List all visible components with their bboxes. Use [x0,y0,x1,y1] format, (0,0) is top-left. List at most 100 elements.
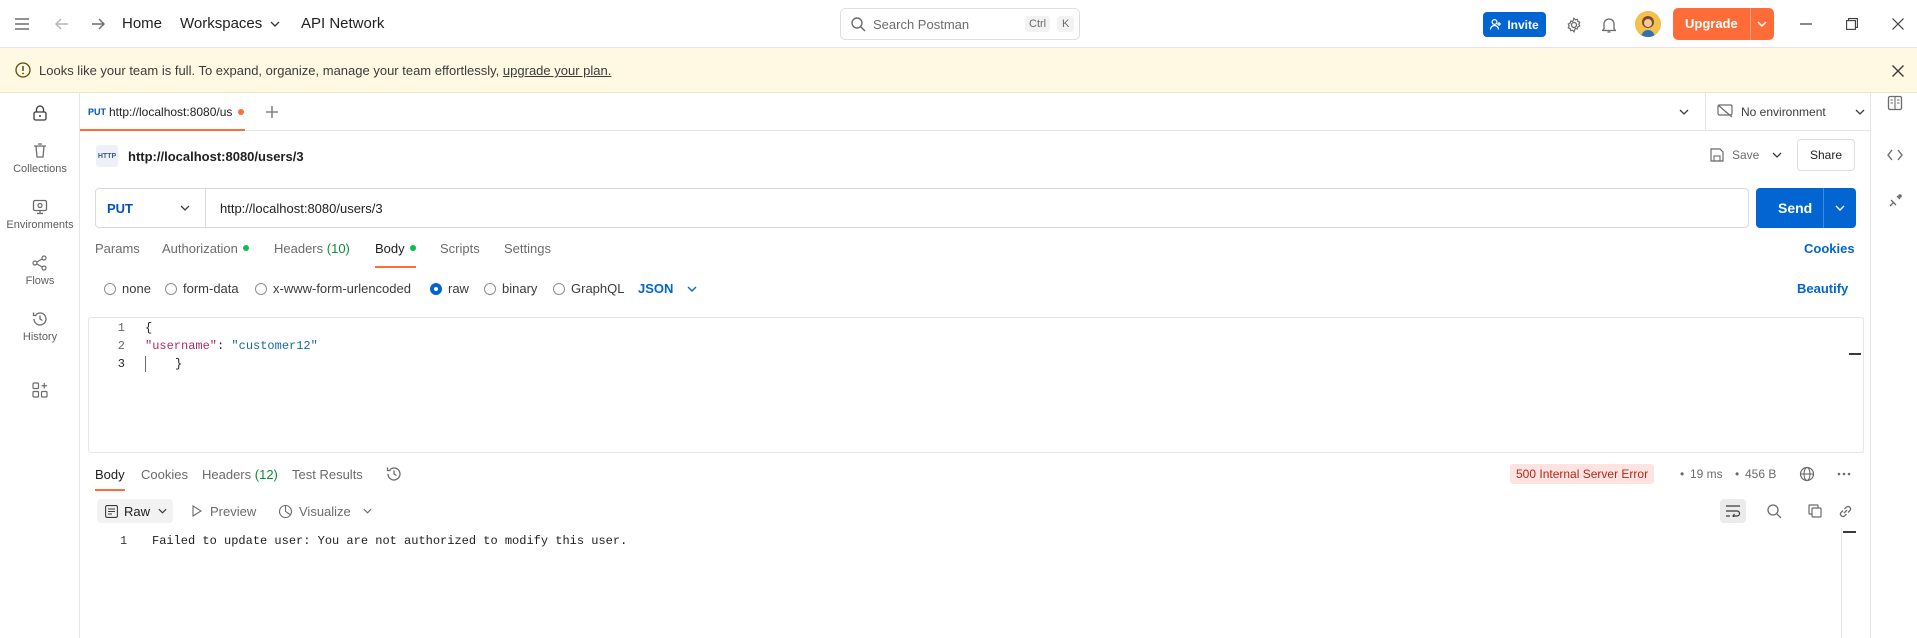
upgrade-plan-link[interactable]: upgrade your plan. [503,63,611,78]
lock-icon[interactable] [28,101,52,125]
tab-request[interactable]: PUT http://localhost:8080/us [80,93,245,131]
resp-tab-body[interactable]: Body [95,467,125,491]
response-time[interactable]: 19 ms [1690,467,1723,481]
add-user-icon [1490,19,1502,30]
code-icon[interactable] [1883,143,1907,167]
radio-circle [484,282,496,295]
tab-headers[interactable]: Headers (10) [274,241,350,256]
sidebar-item-history[interactable]: History [0,311,80,343]
raw-view-select[interactable]: Raw [97,499,173,523]
resp-tab-cookies[interactable]: Cookies [141,467,188,482]
share-button[interactable]: Share [1797,139,1855,171]
preview-label: Preview [210,503,257,519]
response-body-text[interactable]: Failed to update user: You are not autho… [152,534,627,548]
chevron-down-icon [180,205,190,211]
json-value: "customer12" [231,339,318,353]
tab-headers-label: Headers [274,241,324,256]
save-options-chevron-icon[interactable] [1766,143,1788,167]
banner-close-icon[interactable] [1886,59,1910,83]
copy-icon[interactable] [1802,499,1828,523]
visualize-button[interactable]: Visualize [278,499,372,523]
chevron-down-icon [270,21,280,27]
response-size[interactable]: 456 B [1745,467,1776,481]
window-restore-icon[interactable] [1840,12,1864,36]
add-workbench-icon[interactable] [28,378,52,402]
invite-button[interactable]: Invite [1483,12,1546,37]
tab-settings[interactable]: Settings [504,241,551,256]
back-arrow-icon[interactable] [50,12,74,36]
trash-bin-icon [34,143,46,158]
chevron-down-icon [363,508,372,514]
upgrade-button[interactable]: Upgrade [1673,8,1774,40]
window-close-icon[interactable] [1886,12,1910,36]
window-minimize-icon[interactable] [1794,12,1818,36]
indent-guide [145,356,146,372]
radio-form-data[interactable]: form-data [165,281,239,296]
request-name[interactable]: http://localhost:8080/users/3 [128,149,304,164]
shortcut-k-key: K [1057,16,1075,32]
warning-icon [15,62,31,78]
radio-none[interactable]: none [104,281,151,296]
status-dot [409,244,416,251]
response-scrollbar-thumb[interactable] [1843,531,1856,533]
save-button[interactable]: Save [1702,139,1776,171]
home-link[interactable]: Home [122,15,162,32]
status-badge[interactable]: 500 Internal Server Error [1510,464,1655,484]
radio-urlencoded[interactable]: x-www-form-urlencoded [255,281,411,296]
workspaces-menu[interactable]: Workspaces [180,15,280,32]
chevron-down-icon[interactable] [1757,21,1767,27]
tab-list-chevron-icon[interactable] [1672,100,1696,124]
tab-scripts[interactable]: Scripts [440,241,480,256]
link-icon[interactable] [1832,499,1858,523]
send-label: Send [1778,200,1813,216]
documentation-icon[interactable] [1883,91,1907,115]
sidebar-item-environments[interactable]: Environments [0,199,80,231]
upgrade-divider [1750,8,1751,40]
settings-gear-icon[interactable] [1562,13,1586,37]
method-select[interactable]: PUT [96,189,206,227]
send-button[interactable]: Send [1756,188,1856,228]
beautify-link[interactable]: Beautify [1797,281,1848,296]
preview-button[interactable]: Preview [192,499,256,523]
editor-scrollbar-track [1863,318,1864,452]
radio-label: form-data [183,281,239,296]
sidebar-item-flows[interactable]: Flows [0,255,80,287]
globe-icon[interactable] [1795,462,1819,486]
response-history-icon[interactable] [382,462,406,486]
related-collections-icon[interactable] [1883,189,1907,213]
resp-tab-headers[interactable]: Headers (12) [202,467,278,482]
bullet-separator: • [1680,467,1685,481]
search-input[interactable]: Search Postman Ctrl K [840,8,1080,40]
notifications-bell-icon[interactable] [1597,13,1621,37]
radio-label: GraphQL [571,281,625,296]
sidebar-item-collections[interactable]: Collections [0,143,80,175]
tab-authorization[interactable]: Authorization [162,241,249,256]
editor-scrollbar-thumb[interactable] [1849,353,1861,355]
tab-body[interactable]: Body [375,241,416,268]
tab-headers-count: (10) [326,241,350,256]
tab-strip: PUT http://localhost:8080/us No environm… [80,93,1870,131]
search-icon[interactable] [1761,499,1787,523]
radio-graphql[interactable]: GraphQL [553,281,624,296]
method-value: PUT [107,201,133,216]
resp-tab-headers-count: (12) [254,467,278,482]
tab-params[interactable]: Params [95,241,140,256]
avatar[interactable] [1635,11,1661,37]
wrap-lines-icon[interactable] [1720,499,1746,523]
more-options-icon[interactable] [1832,462,1856,486]
resp-tab-test-results[interactable]: Test Results [292,467,363,482]
new-tab-plus-icon[interactable] [260,100,284,124]
radio-binary[interactable]: binary [484,281,537,296]
radio-raw[interactable]: raw [430,281,469,296]
hamburger-menu-icon[interactable] [10,12,34,36]
environment-label: No environment [1741,105,1826,119]
url-input[interactable]: http://localhost:8080/users/3 [220,201,383,216]
request-body-editor[interactable]: 1 2 3 { "username": "customer12" } [88,317,1864,453]
forward-arrow-icon[interactable] [86,12,110,36]
api-network-link[interactable]: API Network [301,15,384,32]
cookies-link[interactable]: Cookies [1804,241,1855,256]
chevron-down-icon[interactable] [1835,205,1845,211]
environment-selector[interactable]: No environment [1717,99,1865,125]
radio-label: none [122,281,151,296]
format-select[interactable]: JSON [638,281,697,296]
